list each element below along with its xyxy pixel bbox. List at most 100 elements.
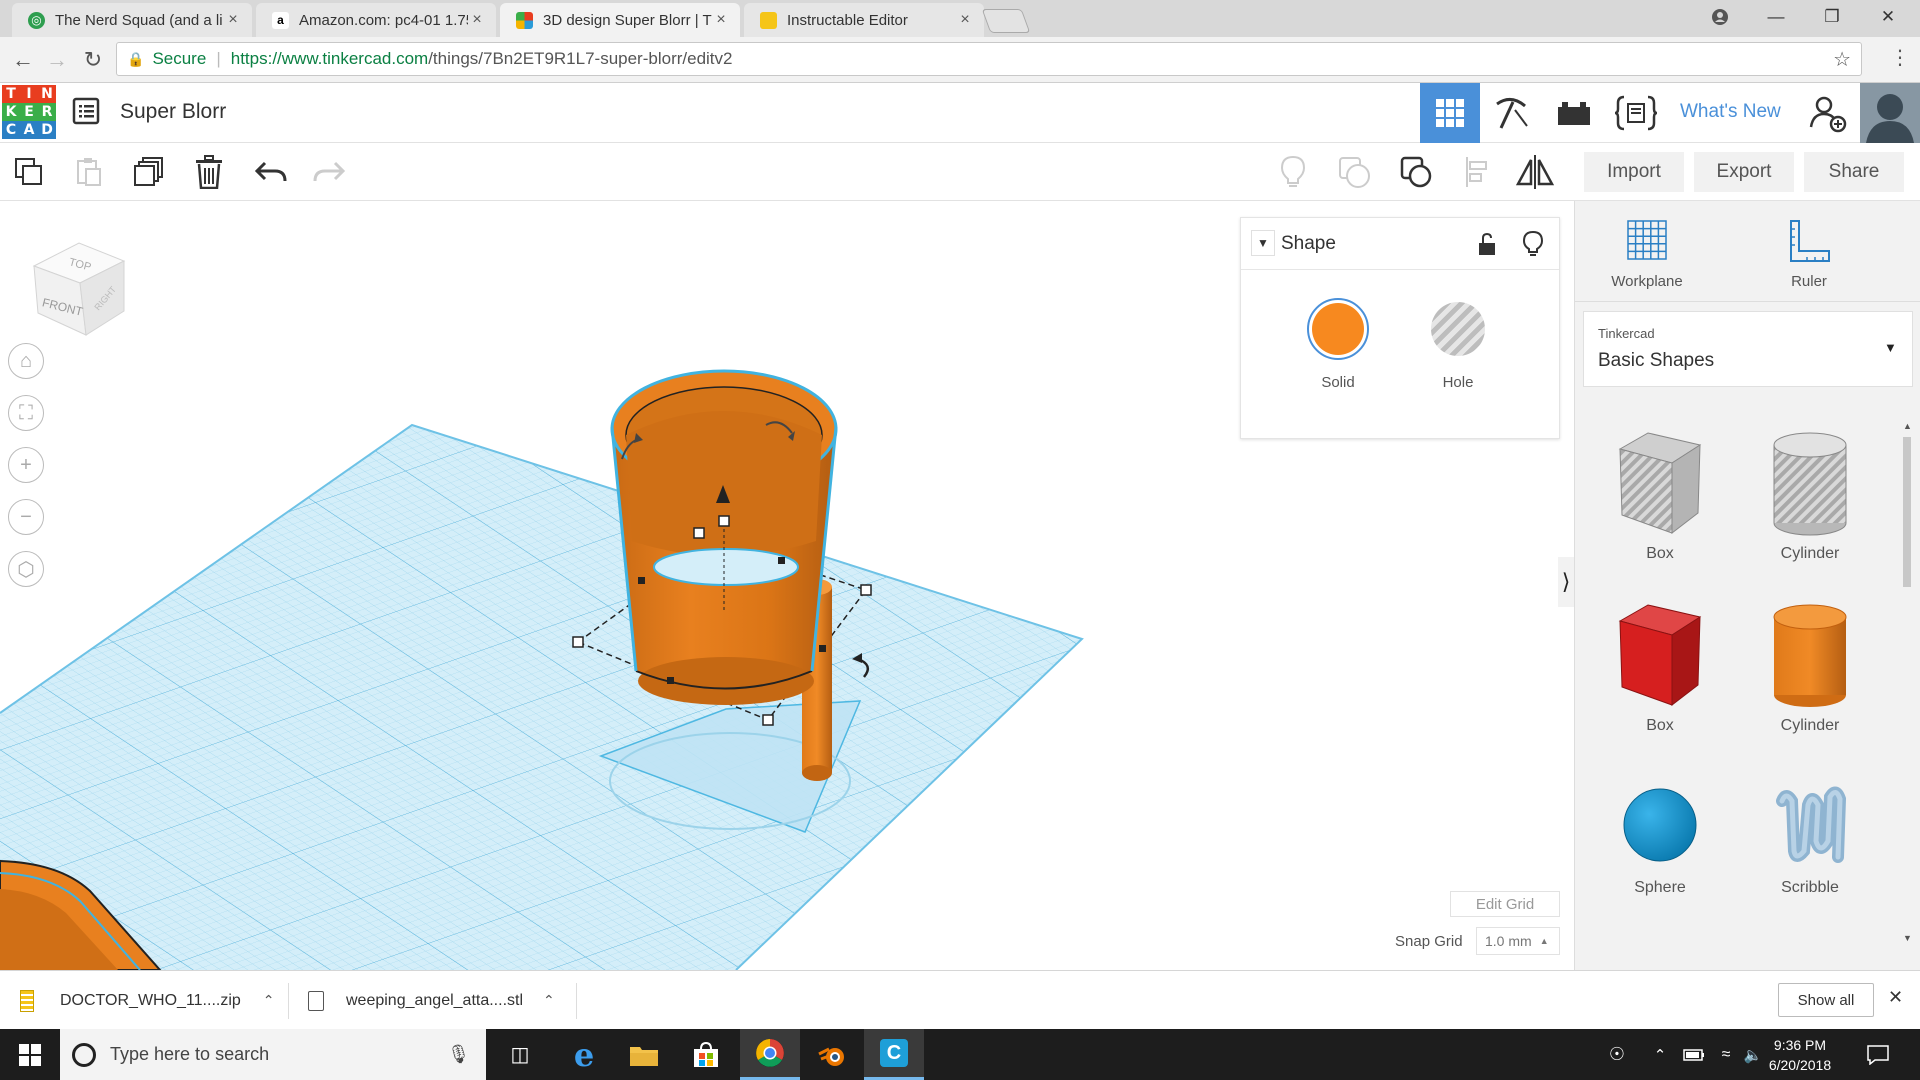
- zoom-out-icon[interactable]: −: [8, 499, 44, 535]
- shape-sphere[interactable]: Sphere: [1595, 781, 1725, 897]
- people-icon[interactable]: ☉: [1594, 1029, 1640, 1080]
- tab-close-icon[interactable]: ×: [956, 11, 974, 29]
- fit-view-icon[interactable]: ⛶: [8, 395, 44, 431]
- codeblocks-icon[interactable]: [1606, 83, 1666, 143]
- sphere-icon: [1623, 788, 1697, 862]
- duplicate-icon[interactable]: [126, 149, 172, 195]
- invite-user-icon[interactable]: [1808, 93, 1848, 138]
- workplane-tool[interactable]: Workplane: [1587, 215, 1707, 290]
- shape-library-select[interactable]: Tinkercad Basic Shapes ▼: [1583, 311, 1913, 387]
- library-scrollbar[interactable]: ▲ ▼: [1901, 421, 1913, 951]
- collapse-chevron-icon[interactable]: ▼: [1251, 230, 1275, 256]
- paste-icon[interactable]: [66, 149, 112, 195]
- bricks-icon[interactable]: [1544, 83, 1604, 143]
- back-icon[interactable]: ←: [8, 45, 38, 75]
- browser-tab-1[interactable]: ◎ The Nerd Squad (and a li ×: [12, 3, 252, 37]
- lock-toggle-icon[interactable]: [1477, 232, 1497, 262]
- whats-new-link[interactable]: What's New: [1680, 101, 1781, 123]
- ruler-tool[interactable]: Ruler: [1749, 215, 1869, 290]
- tab-close-icon[interactable]: ×: [468, 11, 486, 29]
- tab-close-icon[interactable]: ×: [712, 11, 730, 29]
- 3d-view-grid-icon[interactable]: [1420, 83, 1480, 143]
- zoom-in-icon[interactable]: +: [8, 447, 44, 483]
- avatar[interactable]: [1860, 83, 1920, 143]
- microphone-icon[interactable]: 🎙: [447, 1044, 470, 1065]
- chevron-up-icon[interactable]: ⌃: [543, 992, 555, 1009]
- edge-browser-icon[interactable]: e: [554, 1029, 614, 1080]
- design-menu-icon[interactable]: [72, 97, 100, 130]
- hole-swatch[interactable]: [1431, 302, 1485, 356]
- download-item[interactable]: DOCTOR_WHO_11....zip ⌃: [20, 971, 290, 1030]
- show-all-downloads-button[interactable]: Show all: [1778, 983, 1874, 1017]
- perspective-cube-icon[interactable]: ⬡: [8, 551, 44, 587]
- scrollbar-thumb[interactable]: [1903, 437, 1911, 587]
- shape-box-hole[interactable]: Box: [1595, 427, 1725, 563]
- instructables-favicon-icon: [760, 11, 777, 29]
- close-download-bar-icon[interactable]: ✕: [1888, 987, 1903, 1008]
- profile-icon[interactable]: [1692, 0, 1748, 34]
- mirror-icon[interactable]: [1512, 149, 1558, 195]
- undo-icon[interactable]: [248, 149, 294, 195]
- download-item[interactable]: weeping_angel_atta....stl ⌃: [308, 971, 568, 1030]
- cura-app-icon[interactable]: C: [864, 1029, 924, 1080]
- group-icon[interactable]: [1332, 149, 1378, 195]
- visibility-lightbulb-icon[interactable]: [1522, 230, 1544, 263]
- url-path: /things/7Bn2ET9R1L7-super-blorr/editv2: [428, 49, 733, 68]
- task-view-icon[interactable]: ◫: [490, 1029, 550, 1080]
- minimize-icon[interactable]: —: [1748, 0, 1804, 34]
- tab-title: Instructable Editor: [787, 11, 908, 29]
- blender-icon[interactable]: [802, 1029, 862, 1080]
- shape-scribble[interactable]: Scribble: [1745, 781, 1875, 897]
- file-explorer-icon[interactable]: [614, 1029, 674, 1080]
- ungroup-icon[interactable]: [1394, 149, 1440, 195]
- home-view-icon[interactable]: ⌂: [8, 343, 44, 379]
- redo-icon[interactable]: [306, 149, 352, 195]
- chrome-taskbar-icon[interactable]: [740, 1029, 800, 1080]
- export-button[interactable]: Export: [1694, 152, 1794, 192]
- pickaxe-icon[interactable]: [1482, 83, 1542, 143]
- forward-icon[interactable]: →: [42, 45, 72, 75]
- shape-label: Box: [1646, 717, 1674, 734]
- solid-color-swatch[interactable]: [1307, 298, 1369, 360]
- reload-icon[interactable]: ↻: [78, 45, 108, 75]
- share-button[interactable]: Share: [1804, 152, 1904, 192]
- shape-cylinder-solid[interactable]: Cylinder: [1745, 599, 1875, 735]
- download-bar: DOCTOR_WHO_11....zip ⌃ weeping_angel_att…: [0, 970, 1920, 1029]
- scroll-up-icon[interactable]: ▲: [1903, 421, 1912, 431]
- collapse-panel-chevron-icon[interactable]: ⟩: [1558, 557, 1574, 607]
- chrome-menu-icon[interactable]: ⋮: [1890, 45, 1910, 70]
- import-button[interactable]: Import: [1584, 152, 1684, 192]
- tinkercad-logo[interactable]: T I N K E R C A D: [2, 85, 56, 139]
- align-icon[interactable]: [1454, 149, 1500, 195]
- taskbar-search-input[interactable]: Type here to search 🎙: [60, 1029, 486, 1080]
- shape-cylinder-hole[interactable]: Cylinder: [1745, 427, 1875, 563]
- browser-tab-4[interactable]: Instructable Editor ×: [744, 3, 984, 37]
- chevron-up-icon[interactable]: ⌃: [263, 992, 275, 1009]
- edit-grid-button[interactable]: Edit Grid: [1450, 891, 1560, 917]
- 3d-viewport[interactable]: TOP FRONT RIGHT ⌂ ⛶ + − ⬡ ▼ Shape Solid …: [0, 201, 1574, 970]
- new-tab-button[interactable]: [981, 9, 1031, 33]
- delete-icon[interactable]: [186, 149, 232, 195]
- taskbar-clock[interactable]: 9:36 PM 6/20/2018: [1755, 1035, 1845, 1075]
- snap-grid-select[interactable]: 1.0 mm ▲: [1476, 927, 1560, 955]
- view-cube[interactable]: TOP FRONT RIGHT: [24, 231, 134, 346]
- restore-icon[interactable]: ❐: [1804, 0, 1860, 34]
- tab-close-icon[interactable]: ×: [224, 11, 242, 29]
- window-close-icon[interactable]: ✕: [1860, 0, 1916, 34]
- browser-tab-2[interactable]: a Amazon.com: pc4-01 1.75 ×: [256, 3, 496, 37]
- action-center-icon[interactable]: [1850, 1029, 1906, 1080]
- shape-box-solid[interactable]: Box: [1595, 599, 1725, 735]
- scroll-down-icon[interactable]: ▼: [1903, 933, 1912, 943]
- show-hidden-icons-chevron[interactable]: ⌃: [1640, 1029, 1680, 1080]
- windows-start-icon[interactable]: [0, 1029, 60, 1080]
- workplane-grid-icon: [1627, 220, 1667, 260]
- bookmark-star-icon[interactable]: ☆: [1833, 47, 1851, 72]
- browser-tab-3[interactable]: 3D design Super Blorr | Ti ×: [500, 3, 740, 37]
- notes-lightbulb-icon[interactable]: [1270, 149, 1316, 195]
- search-placeholder: Type here to search: [110, 1044, 270, 1064]
- design-title[interactable]: Super Blorr: [120, 100, 226, 124]
- battery-icon[interactable]: [1676, 1029, 1712, 1080]
- copy-icon[interactable]: [6, 149, 52, 195]
- address-bar[interactable]: 🔒 Secure | https://www.tinkercad.com/thi…: [116, 42, 1862, 76]
- store-icon[interactable]: [676, 1029, 736, 1080]
